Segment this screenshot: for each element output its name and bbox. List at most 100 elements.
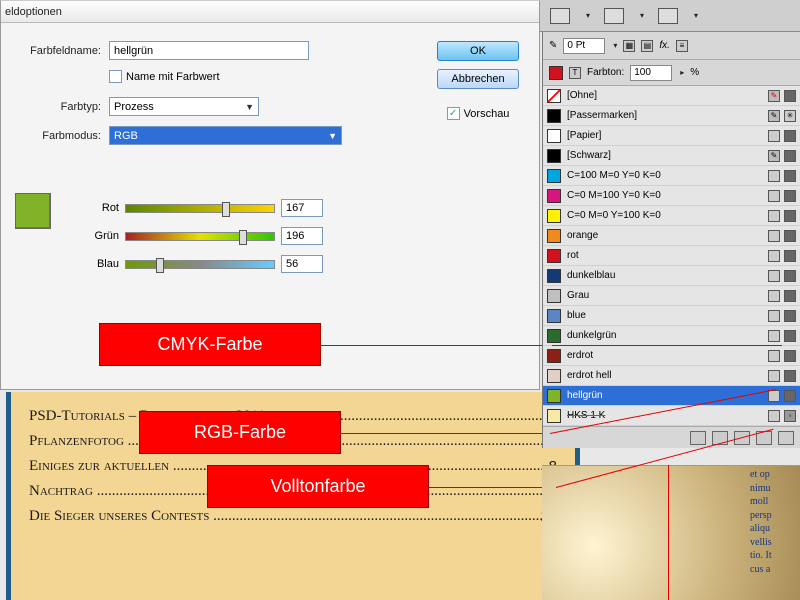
swatch-mode-indicator xyxy=(784,190,796,202)
swatch-row[interactable]: C=0 M=100 Y=0 K=0 xyxy=(543,186,800,206)
swatch-indicator xyxy=(768,310,780,322)
panel-icon[interactable]: ▦ xyxy=(623,40,635,52)
swatch-name: HKS 1 K xyxy=(567,410,605,421)
name-with-value-checkbox[interactable] xyxy=(109,70,122,83)
swatch-name: C=0 M=0 Y=100 K=0 xyxy=(567,210,661,221)
swatch-name: rot xyxy=(567,250,579,261)
callout-line xyxy=(320,345,552,346)
swatch-name: C=100 M=0 Y=0 K=0 xyxy=(567,170,661,181)
callout-rgb: RGB-Farbe xyxy=(140,412,340,453)
swatch-row[interactable]: C=0 M=0 Y=100 K=0 xyxy=(543,206,800,226)
swatch-mode-indicator: ✳ xyxy=(784,110,796,122)
swatch-name: [Ohne] xyxy=(567,90,597,101)
swatch-chip xyxy=(547,149,561,163)
swatch-mode-indicator xyxy=(784,230,796,242)
swatch-indicator xyxy=(768,290,780,302)
swatch-chip xyxy=(547,209,561,223)
swatch-name-input[interactable] xyxy=(109,41,309,60)
swatch-chip xyxy=(547,369,561,383)
swatch-indicator xyxy=(768,370,780,382)
swatch-row[interactable]: [Papier] xyxy=(543,126,800,146)
name-with-value-label: Name mit Farbwert xyxy=(126,71,220,83)
swatch-mode-indicator xyxy=(784,90,796,102)
swatch-mode-indicator xyxy=(784,170,796,182)
cancel-button[interactable]: Abbrechen xyxy=(437,69,519,89)
tint-label: Farbton: xyxy=(587,67,624,78)
dialog-title: eldoptionen xyxy=(1,1,539,23)
swatch-mode-indicator xyxy=(784,310,796,322)
swatch-indicator xyxy=(768,130,780,142)
toolbar-icon[interactable] xyxy=(604,8,624,24)
swatch-row[interactable]: hellgrün xyxy=(543,386,800,406)
swatch-row[interactable]: [Schwarz]✎ xyxy=(543,146,800,166)
swatch-row[interactable]: erdrot xyxy=(543,346,800,366)
swatch-chip xyxy=(547,329,561,343)
swatch-indicator xyxy=(768,350,780,362)
swatch-chip xyxy=(547,409,561,423)
swatch-chip xyxy=(547,249,561,263)
mode-label: Farbmodus: xyxy=(15,130,101,142)
swatch-name: Grau xyxy=(567,290,589,301)
swatch-name: dunkelblau xyxy=(567,270,615,281)
swatch-indicator xyxy=(768,190,780,202)
panel-icon[interactable]: ▤ xyxy=(641,40,653,52)
swatch-chip xyxy=(547,189,561,203)
swatch-row[interactable]: [Passermarken]✎✳ xyxy=(543,106,800,126)
green-value-input[interactable] xyxy=(281,227,323,245)
swatch-row[interactable]: dunkelgrün xyxy=(543,326,800,346)
swatch-chip xyxy=(547,289,561,303)
toolbar-icon[interactable] xyxy=(658,8,678,24)
panel-footer xyxy=(543,426,800,448)
ok-button[interactable]: OK xyxy=(437,41,519,61)
trash-button[interactable] xyxy=(778,431,794,445)
preview-checkbox[interactable]: ✓ xyxy=(447,107,460,120)
swatch-mode-indicator xyxy=(784,330,796,342)
blue-slider[interactable] xyxy=(125,260,275,269)
type-label: Farbtyp: xyxy=(15,101,101,113)
swatch-chip xyxy=(547,109,561,123)
swatch-name: dunkelgrün xyxy=(567,330,616,341)
swatch-mode-indicator: ◦ xyxy=(784,410,796,422)
swatch-name: C=0 M=100 Y=0 K=0 xyxy=(567,190,661,201)
text-icon[interactable]: T xyxy=(569,67,581,79)
swatch-name: blue xyxy=(567,310,586,321)
tint-input[interactable] xyxy=(630,65,672,81)
swatch-row[interactable]: [Ohne]✎ xyxy=(543,86,800,106)
panel-icon[interactable]: ≡ xyxy=(676,40,688,52)
name-label: Farbfeldname: xyxy=(15,45,101,57)
swatch-chip xyxy=(547,309,561,323)
blue-value-input[interactable] xyxy=(281,255,323,273)
swatch-row[interactable]: C=100 M=0 Y=0 K=0 xyxy=(543,166,800,186)
swatch-name: [Schwarz] xyxy=(567,150,611,161)
swatch-indicator xyxy=(768,170,780,182)
swatch-chip xyxy=(547,129,561,143)
fill-proxy[interactable] xyxy=(549,66,563,80)
green-slider[interactable] xyxy=(125,232,275,241)
swatch-row[interactable]: blue xyxy=(543,306,800,326)
swatch-indicator xyxy=(768,210,780,222)
swatch-row[interactable]: erdrot hell xyxy=(543,366,800,386)
swatch-row[interactable]: dunkelblau xyxy=(543,266,800,286)
swatches-panel: ✎ ▾ ▦ ▤ fx. ≡ T Farbton: ▸ % [Ohne]✎[Pas… xyxy=(542,32,800,448)
red-label: Rot xyxy=(91,202,119,214)
swatch-indicator xyxy=(768,270,780,282)
red-slider[interactable] xyxy=(125,204,275,213)
footer-icon[interactable] xyxy=(690,431,706,445)
swatch-chip xyxy=(547,89,561,103)
swatch-indicator xyxy=(768,330,780,342)
stroke-weight-input[interactable] xyxy=(563,38,605,54)
swatch-row[interactable]: Grau xyxy=(543,286,800,306)
eyedropper-icon[interactable]: ✎ xyxy=(549,40,557,51)
guide-line xyxy=(668,465,669,600)
red-value-input[interactable] xyxy=(281,199,323,217)
chevron-down-icon: ▼ xyxy=(328,131,337,141)
swatch-list: [Ohne]✎[Passermarken]✎✳[Papier][Schwarz]… xyxy=(543,86,800,426)
swatch-row[interactable]: rot xyxy=(543,246,800,266)
swatch-mode-indicator xyxy=(784,390,796,402)
color-mode-dropdown[interactable]: RGB▼ xyxy=(109,126,342,145)
toolbar-icon[interactable] xyxy=(550,8,570,24)
color-type-dropdown[interactable]: Prozess▼ xyxy=(109,97,259,116)
blue-label: Blau xyxy=(91,258,119,270)
swatch-row[interactable]: orange xyxy=(543,226,800,246)
swatch-name: [Passermarken] xyxy=(567,110,637,121)
